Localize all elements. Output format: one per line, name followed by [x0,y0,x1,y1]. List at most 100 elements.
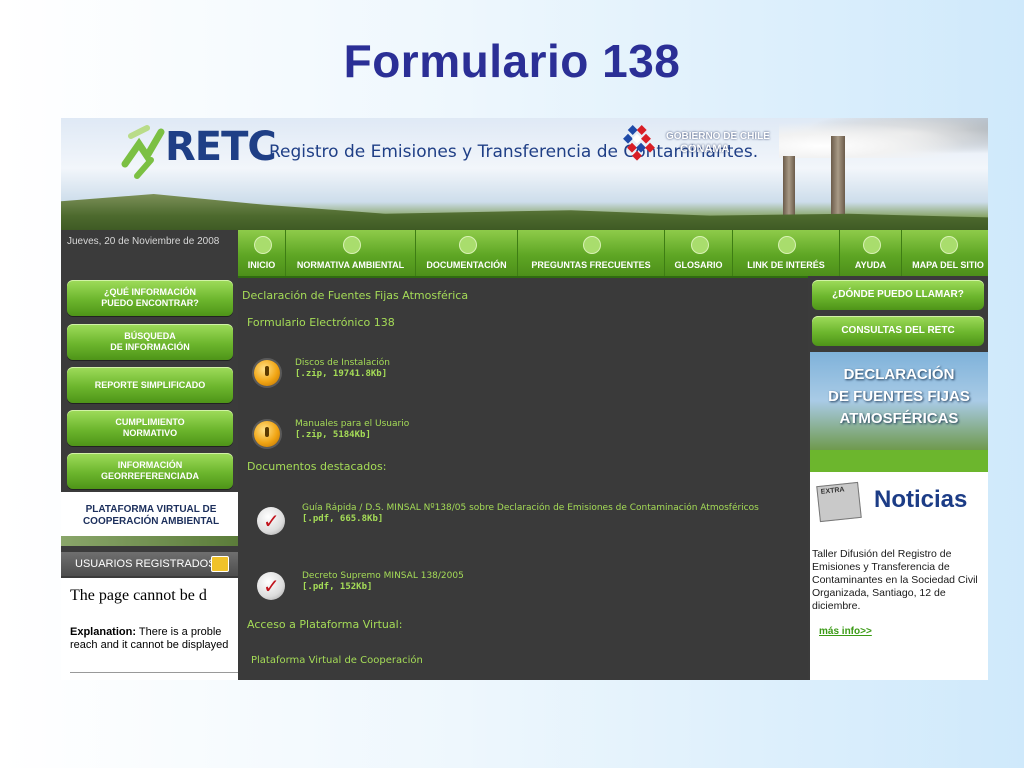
nav-label: GLOSARIO [674,260,723,270]
nav-label: NORMATIVA AMBIENTAL [296,260,405,270]
doc-meta: [.pdf, 152Kb] [302,582,373,592]
nav-label: PREGUNTAS FRECUENTES [531,260,651,270]
button-line: REPORTE SIMPLIFICADO [94,379,206,390]
doc-title: Guía Rápida / D.S. MINSAL Nº138/05 sobre… [302,503,759,513]
home-icon [253,236,272,254]
plataforma-line: COOPERACIÓN AMBIENTAL [82,516,220,527]
divider [70,672,238,673]
newspaper-icon: EXTRA [816,481,862,523]
download-icon[interactable] [254,421,280,447]
informacion-georreferenciada-button[interactable]: INFORMACIÓN GEORREFERENCIADA [67,453,233,489]
error-explanation: Explanation: There is a proble reach and… [70,626,228,652]
nav-label: LINK DE INTERÉS [747,260,825,270]
button-line: GEORREFERENCIADA [100,471,199,481]
reporte-simplificado-button[interactable]: REPORTE SIMPLIFICADO [67,367,233,403]
lock-icon [211,556,229,572]
nav-label: DOCUMENTACIÓN [426,260,507,270]
nav-item-glosario[interactable]: GLOSARIO [665,230,733,276]
gov-line1: GOBIERNO DE CHILE [666,131,770,142]
left-sidebar: ¿QUÉ INFORMACIÓN PUEDO ENCONTRAR? BÚSQUED… [61,276,238,680]
usuarios-registrados-bar[interactable]: USUARIOS REGISTRADOS [61,552,238,576]
hills-image [61,194,988,230]
browser-screenshot: RETC Registro de Emisiones y Transferenc… [61,118,988,680]
date-bar: Jueves, 20 de Noviembre de 2008 [61,230,238,278]
donde-llamar-button[interactable]: ¿DÓNDE PUEDO LLAMAR? [812,280,984,310]
cumplimiento-normativo-button[interactable]: CUMPLIMIENTO NORMATIVO [67,410,233,446]
book-icon [690,236,709,254]
plataforma-virtual-banner[interactable]: PLATAFORMA VIRTUAL DE COOPERACIÓN AMBIEN… [61,492,238,546]
doc-link-guia-rapida[interactable]: Guía Rápida / D.S. MINSAL Nº138/05 sobre… [302,503,759,525]
current-date: Jueves, 20 de Noviembre de 2008 [67,236,220,247]
doc-meta: [.pdf, 665.8Kb] [302,514,384,524]
news-badge: EXTRA [820,486,845,496]
main-nav: INICIO NORMATIVA AMBIENTAL DOCUMENTACIÓN… [238,230,988,278]
usuarios-title: USUARIOS REGISTRADOS [75,558,216,570]
plataforma-line: PLATAFORMA VIRTUAL DE [85,504,217,515]
green-divider [810,450,988,472]
doc-link-decreto[interactable]: Decreto Supremo MINSAL 138/2005 [.pdf, 1… [302,571,464,593]
button-line: PUEDO ENCONTRAR? [101,298,199,308]
plataforma-link[interactable]: Plataforma Virtual de Cooperación [251,655,423,666]
chimney-image [783,156,795,222]
smoke-image [779,118,988,158]
folder-icon [458,236,477,254]
question-icon [583,236,601,254]
nav-label: INICIO [247,260,276,270]
button-line: NORMATIVO [122,428,178,438]
que-informacion-button[interactable]: ¿QUÉ INFORMACIÓN PUEDO ENCONTRAR? [67,280,233,316]
nav-label: MAPA DEL SITIO [912,260,984,270]
button-line: INFORMACIÓN [117,460,183,470]
main-content: Declaración de Fuentes Fijas Atmosférica… [238,278,808,680]
gov-line2: CONAMA [680,143,730,155]
error-label: Explanation: [70,626,137,638]
file-title: Manuales para el Usuario [295,419,410,429]
plataforma-text: PLATAFORMA VIRTUAL DE COOPERACIÓN AMBIEN… [71,504,231,528]
pdf-icon[interactable] [257,507,285,535]
retc-logo-text: RETC [165,124,277,170]
news-item: Taller Difusión del Registro de Emisione… [810,542,988,680]
nav-label: AYUDA [854,260,887,270]
button-line: CUMPLIMIENTO [115,417,185,427]
file-title: Discos de Instalación [295,358,391,368]
nav-item-mapa-del-sitio[interactable]: MAPA DEL SITIO [902,230,988,276]
error-line2: reach and it cannot be displayed [70,639,229,651]
file-link-discos[interactable]: Discos de Instalación [.zip, 19741.8Kb] [295,358,390,380]
button-line: DE INFORMACIÓN [110,342,190,352]
error-frame: The page cannot be d Explanation: There … [61,578,238,680]
nav-item-documentacion[interactable]: DOCUMENTACIÓN [416,230,518,276]
right-sidebar: ¿DÓNDE PUEDO LLAMAR? CONSULTAS DEL RETC … [808,276,988,680]
link-icon [778,236,796,254]
download-icon[interactable] [254,360,280,386]
nav-item-normativa-ambiental[interactable]: NORMATIVA AMBIENTAL [286,230,416,276]
consultas-retc-button[interactable]: CONSULTAS DEL RETC [812,316,984,346]
docs-heading: Documentos destacados: [247,460,387,473]
noticias-title: Noticias [874,486,968,513]
slide-title: Formulario 138 [343,35,681,87]
sitemap-icon [940,236,958,254]
declaracion-line: DE FUENTES FIJAS [828,388,970,405]
file-meta: [.zip, 19741.8Kb] [295,369,388,379]
nav-item-preguntas-frecuentes[interactable]: PREGUNTAS FRECUENTES [518,230,665,276]
doc-title: Decreto Supremo MINSAL 138/2005 [302,571,464,581]
plataforma-heading: Acceso a Plataforma Virtual: [247,618,403,631]
nav-item-link-de-interes[interactable]: LINK DE INTERÉS [733,230,840,276]
declaracion-text: DECLARACIÓN DE FUENTES FIJAS ATMOSFÉRICA… [810,364,988,430]
error-title: The page cannot be d [70,587,207,604]
busqueda-informacion-button[interactable]: BÚSQUEDA DE INFORMACIÓN [67,324,233,360]
page-subheading: Formulario Electrónico 138 [247,316,395,329]
gov-text: GOBIERNO DE CHILE CONAMA [666,131,770,155]
pdf-icon[interactable] [257,572,285,600]
file-meta: [.zip, 5184Kb] [295,430,371,440]
button-line: ¿QUÉ INFORMACIÓN [103,287,196,297]
button-line: BÚSQUEDA [124,331,176,341]
landscape-strip [61,536,238,546]
nav-item-ayuda[interactable]: AYUDA [840,230,902,276]
error-line1: There is a proble [136,626,222,638]
file-link-manuales[interactable]: Manuales para el Usuario [.zip, 5184Kb] [295,419,409,441]
header-banner: RETC Registro de Emisiones y Transferenc… [61,118,988,230]
declaracion-banner[interactable]: DECLARACIÓN DE FUENTES FIJAS ATMOSFÉRICA… [810,352,988,450]
info-icon [862,236,881,254]
nav-item-inicio[interactable]: INICIO [238,230,286,276]
noticias-banner[interactable]: EXTRA Noticias [810,472,988,542]
mas-info-link[interactable]: más info>> [819,626,872,637]
